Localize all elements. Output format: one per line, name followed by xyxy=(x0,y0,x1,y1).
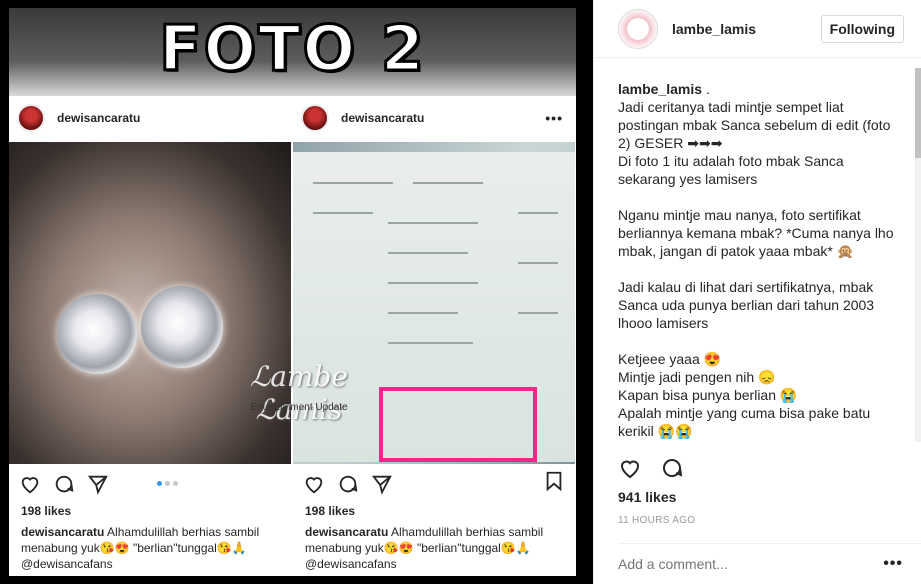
left-post-header: dewisancaratu xyxy=(9,96,291,140)
scrollbar-thumb[interactable] xyxy=(915,68,921,158)
left-post-panel: dewisancaratu 198 likes dewisancaratu Al… xyxy=(9,96,291,576)
heart-icon xyxy=(21,477,39,494)
right-post-likes: 198 likes xyxy=(305,504,356,518)
comment-icon xyxy=(339,475,358,493)
right-post-caption: dewisancaratu Alhamdulillah berhias samb… xyxy=(305,525,544,571)
post-header: lambe_lamis Following xyxy=(594,0,921,58)
comment-icon[interactable] xyxy=(660,456,684,480)
avatar xyxy=(17,104,45,132)
comment-input[interactable] xyxy=(618,556,858,572)
caption-username[interactable]: lambe_lamis xyxy=(618,81,702,97)
left-post-username: dewisancaratu xyxy=(57,111,141,125)
left-post-likes: 198 likes xyxy=(21,504,72,518)
banner-title: FOTO 2 xyxy=(158,11,426,87)
caption-text: . Jadi ceritanya tadi mintje sempet liat… xyxy=(618,81,894,439)
carousel-dots xyxy=(157,481,178,486)
diamond-right xyxy=(141,286,223,368)
right-post-username: dewisancaratu xyxy=(341,111,425,125)
post-sidebar: lambe_lamis Following lambe_lamis . Jadi… xyxy=(593,0,921,584)
bookmark-icon xyxy=(546,471,562,492)
highlight-box xyxy=(379,387,537,462)
avatar[interactable] xyxy=(618,8,658,49)
post-image[interactable]: FOTO 2 dewisancaratu 198 likes dewisanca… xyxy=(0,0,593,584)
more-dots-icon: ••• xyxy=(545,110,563,126)
left-post-actions xyxy=(19,470,281,498)
caption-comment: lambe_lamis . Jadi ceritanya tadi mintje… xyxy=(618,80,898,442)
comment-icon xyxy=(55,475,74,493)
post-username[interactable]: lambe_lamis xyxy=(672,21,756,37)
more-dots-icon[interactable]: ••• xyxy=(883,555,903,573)
collage: FOTO 2 dewisancaratu 198 likes dewisanca… xyxy=(9,8,576,576)
right-post-header: dewisancaratu ••• xyxy=(293,96,575,140)
left-post-caption: dewisancaratu Alhamdulillah berhias samb… xyxy=(21,525,260,571)
watermark-subtitle: Entertainment Update xyxy=(250,402,348,413)
right-post-panel: dewisancaratu ••• 198 likes dewisancarat… xyxy=(293,96,575,576)
banner: FOTO 2 xyxy=(9,8,576,96)
share-icon xyxy=(371,475,392,495)
right-post-actions xyxy=(303,470,565,498)
heart-icon[interactable] xyxy=(618,456,642,480)
following-button[interactable]: Following xyxy=(820,14,904,43)
comment-box: ••• xyxy=(618,543,921,584)
heart-icon xyxy=(305,477,323,494)
post-actions xyxy=(618,456,684,480)
diamond-left xyxy=(57,294,137,374)
share-icon xyxy=(87,475,108,495)
avatar xyxy=(301,104,329,132)
likes-count[interactable]: 941 likes xyxy=(618,489,676,505)
watermark-logo: ℒambe ℒamis xyxy=(250,360,348,426)
timestamp[interactable]: 11 HOURS AGO xyxy=(618,515,695,526)
